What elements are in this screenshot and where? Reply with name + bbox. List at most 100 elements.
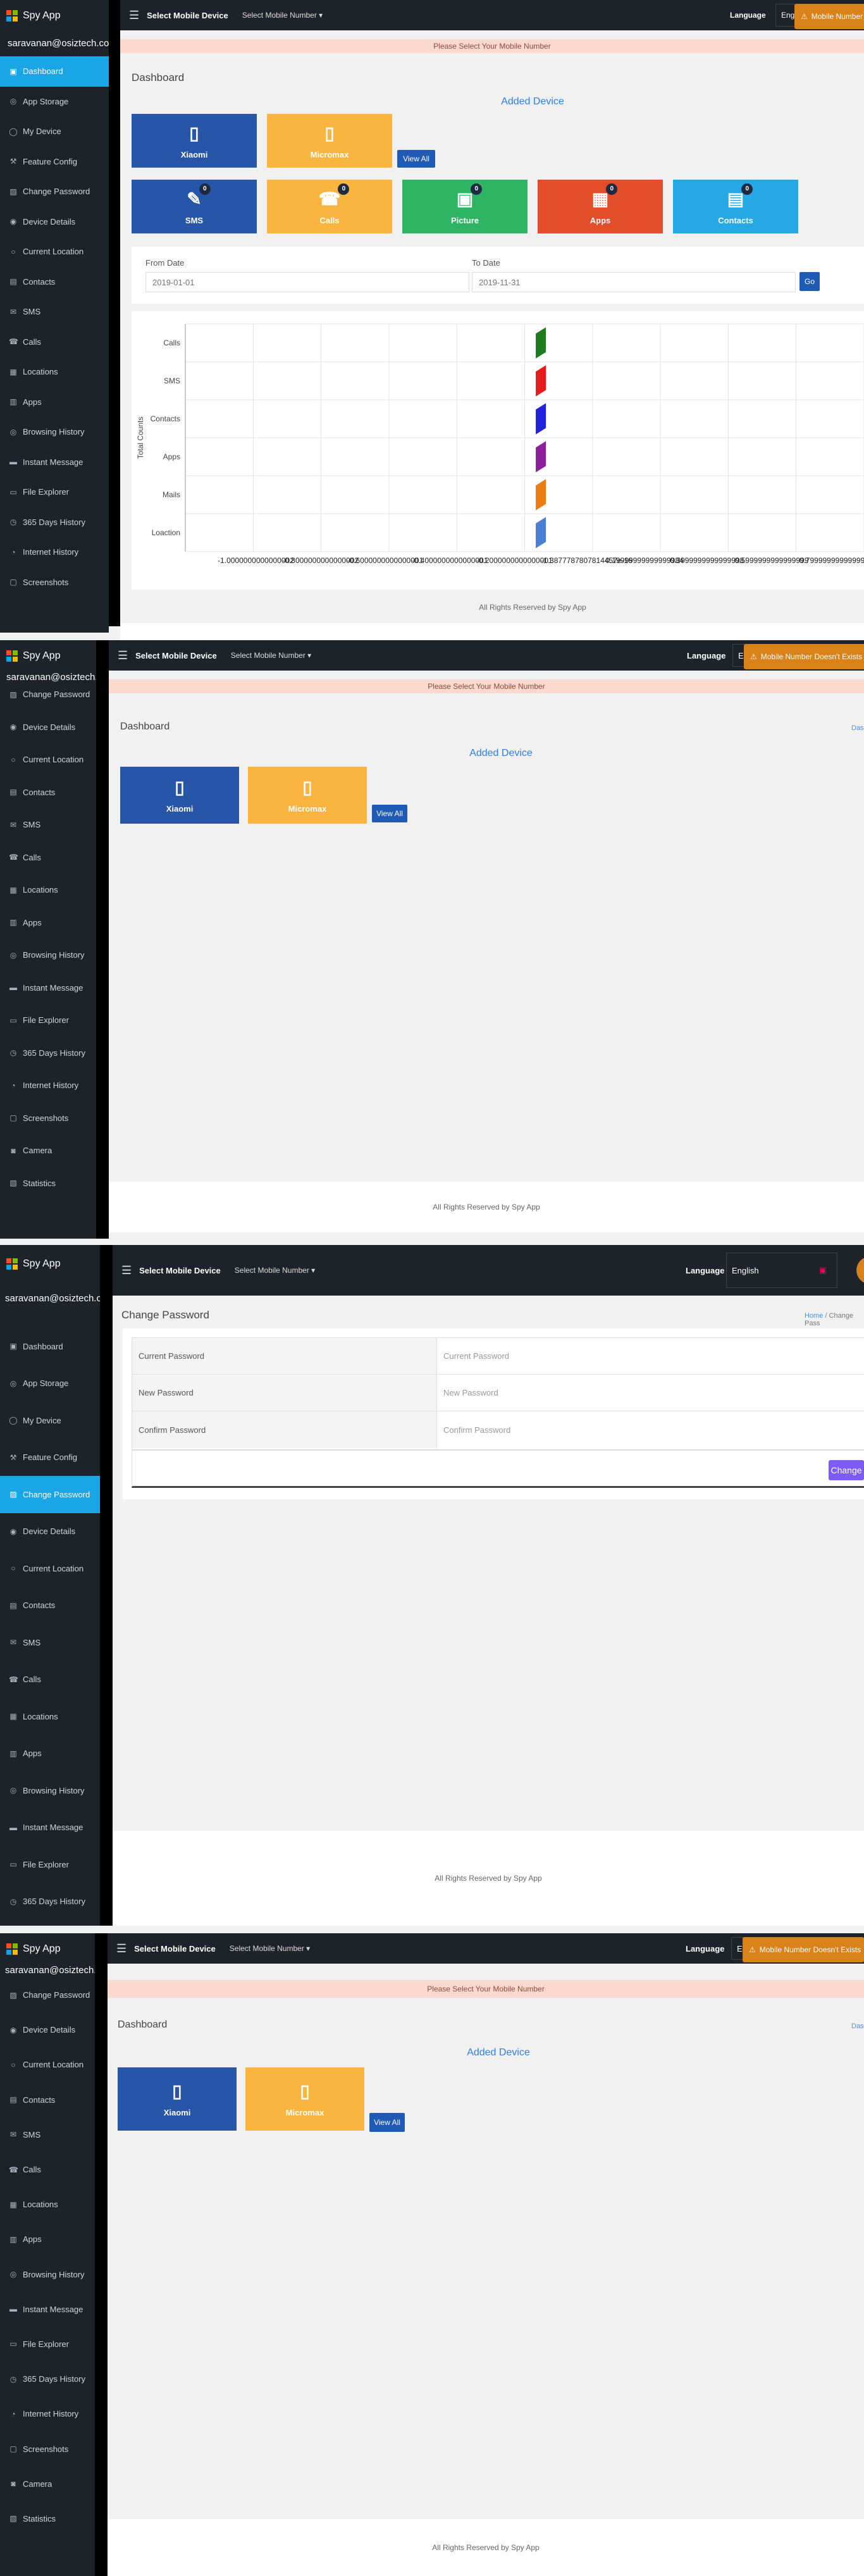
sidebar-item-browsing-history[interactable]: ◎ Browsing History [0,417,109,447]
sidebar-item-screenshots[interactable]: ▢ Screenshots [0,1102,96,1135]
sidebar-item-my-device[interactable]: ◯ My Device [0,1402,100,1439]
sidebar-item-current-location[interactable]: ○ Current Location [0,2047,95,2082]
confirm-password-input[interactable]: Confirm Password [437,1411,864,1448]
sidebar-item-statistics[interactable]: ▧ Statistics [0,1167,96,1200]
breadcrumb-link[interactable]: Dash [851,724,864,732]
device-tile-xiaomi[interactable]: ▯ Xiaomi [118,2067,237,2131]
sidebar-item-browsing-history[interactable]: ◎ Browsing History [0,1772,100,1809]
sidebar-item-calls[interactable]: ☎ Calls [0,1661,100,1699]
device-tile-xiaomi[interactable]: ▯ Xiaomi [132,114,257,168]
sidebar-item-browsing-history[interactable]: ◎ Browsing History [0,2257,95,2292]
sidebar-item-locations[interactable]: ▦ Locations [0,1698,100,1735]
to-date-input[interactable]: 2019-11-31 [472,272,796,292]
sidebar-scrollbar[interactable] [95,1933,108,2576]
sidebar-item-sms[interactable]: ✉ SMS [0,297,109,327]
sidebar-item-apps[interactable]: ▥ Apps [0,387,109,418]
sidebar-item-file-explorer[interactable]: ▭ File Explorer [0,2327,95,2362]
sidebar-item-camera[interactable]: ◙ Camera [0,1134,96,1167]
view-all-button[interactable]: View All [372,805,407,822]
sidebar-scrollbar[interactable] [100,1245,113,1926]
feature-tile-sms[interactable]: ✎ 0 SMS [132,180,257,233]
go-button[interactable]: Go [799,272,820,291]
sidebar-item-change-password[interactable]: ▨ Change Password [0,1476,100,1513]
sidebar-item-contacts[interactable]: ▤ Contacts [0,776,96,809]
sidebar-item-instant-message[interactable]: ▬ Instant Message [0,1809,100,1847]
sidebar-item-screenshots[interactable]: ▢ Screenshots [0,2431,95,2466]
sidebar-item-file-explorer[interactable]: ▭ File Explorer [0,477,109,507]
change-button[interactable]: Change [829,1460,864,1480]
sidebar-item-statistics[interactable]: ▧ Statistics [0,2501,95,2536]
mobile-number-select[interactable]: Select Mobile Number ▾ [242,11,323,20]
sidebar-item-sms[interactable]: ✉ SMS [0,2117,95,2152]
sidebar-item-contacts[interactable]: ▤ Contacts [0,2083,95,2117]
sidebar-item-device-details[interactable]: ◉ Device Details [0,711,96,744]
mobile-number-select[interactable]: Select Mobile Number ▾ [230,1944,310,1953]
feature-tile-picture[interactable]: ▣ 0 Picture [402,180,528,233]
hamburger-icon[interactable]: ☰ [118,649,128,662]
sidebar-item-dashboard[interactable]: ▣ Dashboard [0,56,109,87]
sidebar-item-current-location[interactable]: ○ Current Location [0,237,109,267]
sidebar-item-change-password[interactable]: ▨ Change Password [0,176,109,207]
warning-toast[interactable]: ⚠ Mobile Number Doesn't Exists [744,644,864,669]
sidebar-scrollbar[interactable] [109,0,120,626]
device-tile-micromax[interactable]: ▯ Micromax [267,114,392,168]
feature-tile-contacts[interactable]: ▤ 0 Contacts [673,180,798,233]
warning-toast[interactable]: ⚠ Mobile Number Doesn't Exists [743,1937,864,1962]
sidebar-item-browsing-history[interactable]: ◎ Browsing History [0,939,96,972]
sidebar-item-instant-message[interactable]: ▬ Instant Message [0,972,96,1005]
sidebar-item-feature-config[interactable]: ⚒ Feature Config [0,1439,100,1477]
hamburger-icon[interactable]: ☰ [116,1942,127,1955]
hamburger-icon[interactable]: ☰ [121,1264,132,1277]
sidebar-item-contacts[interactable]: ▤ Contacts [0,1587,100,1625]
mobile-number-select[interactable]: Select Mobile Number ▾ [231,651,311,660]
sidebar-item-sms[interactable]: ✉ SMS [0,1624,100,1661]
new-password-input[interactable]: New Password [437,1375,864,1411]
sidebar-item-locations[interactable]: ▦ Locations [0,874,96,907]
sidebar-item-my-device[interactable]: ◯ My Device [0,116,109,147]
sidebar-item-internet-history[interactable]: ◔ Internet History [0,2396,95,2431]
sidebar-item-calls[interactable]: ☎ Calls [0,841,96,874]
sidebar-item-365-days-history[interactable]: ◷ 365 Days History [0,1883,100,1921]
sidebar-item-camera[interactable]: ◙ Camera [0,2467,95,2501]
sidebar-item-current-location[interactable]: ○ Current Location [0,1550,100,1587]
sidebar-item-sms[interactable]: ✉ SMS [0,808,96,841]
sidebar-item-app-storage[interactable]: ◎ App Storage [0,87,109,117]
sidebar-item-internet-history[interactable]: ◔ Internet History [0,537,109,567]
current-password-input[interactable]: Current Password [437,1338,864,1374]
feature-tile-apps[interactable]: ▦ 0 Apps [538,180,663,233]
view-all-button[interactable]: View All [397,150,435,168]
sidebar-item-365-days-history[interactable]: ◷ 365 Days History [0,507,109,538]
sidebar-item-contacts[interactable]: ▤ Contacts [0,267,109,297]
sidebar-item-feature-config[interactable]: ⚒ Feature Config [0,147,109,177]
view-all-button[interactable]: View All [369,2113,405,2132]
mobile-number-select[interactable]: Select Mobile Number ▾ [235,1266,315,1275]
sidebar-item-instant-message[interactable]: ▬ Instant Message [0,447,109,478]
sidebar-item-locations[interactable]: ▦ Locations [0,357,109,387]
sidebar-item-change-password[interactable]: ▨ Change Password [0,678,96,711]
language-select[interactable]: English ▣ [726,1253,837,1288]
app-logo[interactable]: Spy App [0,640,96,672]
sidebar-item-calls[interactable]: ☎ Calls [0,2152,95,2187]
sidebar-item-screenshots[interactable]: ▢ Screenshots [0,567,109,598]
sidebar-item-locations[interactable]: ▦ Locations [0,2187,95,2222]
sidebar-item-file-explorer[interactable]: ▭ File Explorer [0,1004,96,1037]
breadcrumb-home[interactable]: Home [805,1312,823,1320]
sidebar-item-apps[interactable]: ▥ Apps [0,907,96,939]
sidebar-item-device-details[interactable]: ◉ Device Details [0,2012,95,2047]
sidebar-item-apps[interactable]: ▥ Apps [0,1735,100,1773]
breadcrumb-link[interactable]: Dash [851,2022,864,2030]
sidebar-item-instant-message[interactable]: ▬ Instant Message [0,2292,95,2327]
from-date-input[interactable]: 2019-01-01 [145,272,469,292]
app-logo[interactable]: Spy App [0,1245,100,1274]
hamburger-icon[interactable]: ☰ [129,9,139,22]
sidebar-item-dashboard[interactable]: ▣ Dashboard [0,1328,100,1365]
sidebar-item-calls[interactable]: ☎ Calls [0,327,109,357]
app-logo[interactable]: Spy App [0,0,109,32]
warning-toast[interactable]: ⚠ Mobile Number [794,4,864,29]
device-tile-xiaomi[interactable]: ▯ Xiaomi [120,767,239,824]
sidebar-item-365-days-history[interactable]: ◷ 365 Days History [0,2362,95,2396]
device-tile-micromax[interactable]: ▯ Micromax [248,767,367,824]
sidebar-item-file-explorer[interactable]: ▭ File Explorer [0,1846,100,1883]
warning-toast[interactable] [856,1256,864,1284]
app-logo[interactable]: Spy App [0,1933,95,1965]
